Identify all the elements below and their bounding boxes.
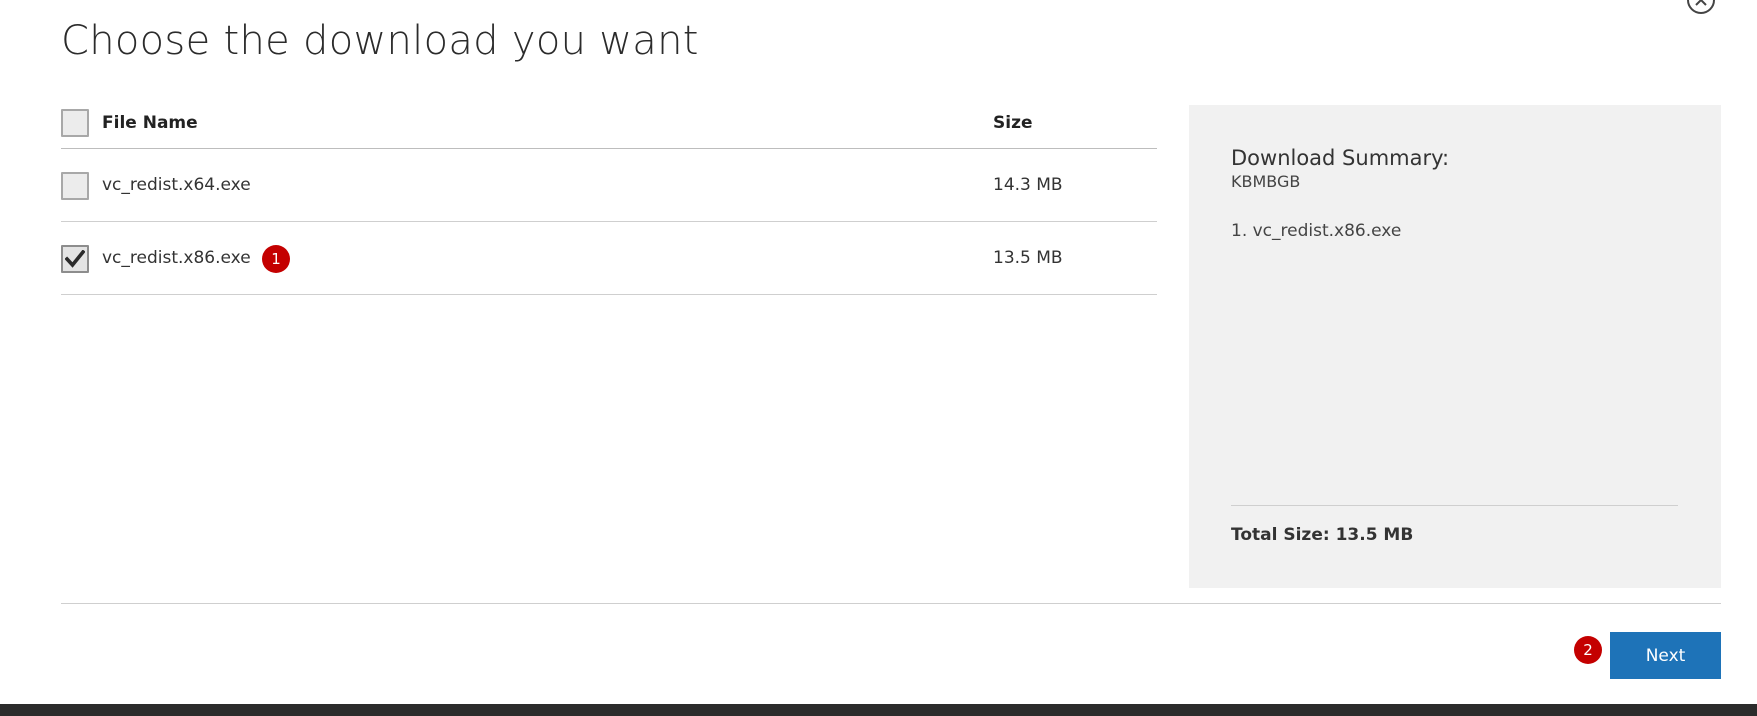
- summary-total-size: Total Size: 13.5 MB: [1231, 525, 1414, 545]
- table-row: vc_redist.x64.exe 14.3 MB: [61, 149, 1157, 222]
- file-size: 13.5 MB: [993, 248, 1063, 268]
- bottom-bar: [0, 704, 1757, 716]
- column-header-file-name: File Name: [102, 113, 198, 133]
- file-checkbox-x64[interactable]: [61, 172, 89, 200]
- page-title: Choose the download you want: [61, 18, 699, 64]
- file-size: 14.3 MB: [993, 175, 1063, 195]
- annotation-marker-2: 2: [1574, 636, 1602, 664]
- summary-list-item: 1. vc_redist.x86.exe: [1231, 221, 1402, 241]
- select-all-checkbox[interactable]: [61, 109, 89, 137]
- summary-title: Download Summary:: [1231, 146, 1450, 170]
- annotation-marker-1: 1: [262, 245, 290, 273]
- close-button[interactable]: [1687, 0, 1715, 14]
- column-header-size: Size: [993, 113, 1033, 133]
- table-header-row: File Name Size: [61, 92, 1157, 149]
- download-summary-panel: Download Summary: KBMBGB 1. vc_redist.x8…: [1189, 105, 1721, 588]
- summary-divider: [1231, 505, 1678, 506]
- file-table: File Name Size vc_redist.x64.exe 14.3 MB…: [61, 92, 1157, 295]
- summary-code: KBMBGB: [1231, 172, 1301, 191]
- file-checkbox-x86[interactable]: [61, 245, 89, 273]
- footer-divider: [61, 603, 1721, 604]
- checkmark-icon: [65, 250, 85, 268]
- file-name: vc_redist.x64.exe: [102, 175, 251, 195]
- close-icon: [1695, 0, 1707, 6]
- table-row: vc_redist.x86.exe 1 13.5 MB: [61, 222, 1157, 295]
- file-name: vc_redist.x86.exe: [102, 248, 251, 268]
- next-button[interactable]: Next: [1610, 632, 1721, 679]
